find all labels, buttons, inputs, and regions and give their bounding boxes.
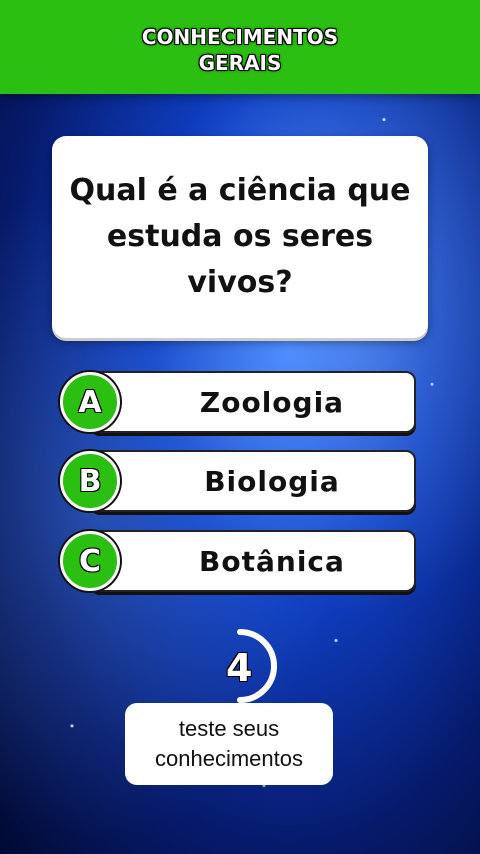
footer-line-1: teste seus (178, 716, 280, 741)
question-card: Qual é a ciência que estuda os seres viv… (52, 136, 428, 338)
answer-option-b[interactable]: Biologia B (60, 450, 418, 514)
answer-option-a[interactable]: Zoologia A (60, 371, 418, 435)
title-line-1: CONHECIMENTOS (141, 25, 339, 49)
footer-caption: teste seus conhecimentos (125, 703, 333, 785)
answer-letter-badge: B (60, 451, 120, 511)
answer-label: Zoologia (199, 385, 345, 419)
answer-letter-badge: A (60, 372, 120, 432)
answer-label: Botânica (199, 544, 345, 578)
question-text: Qual é a ciência que estuda os seres viv… (69, 173, 411, 300)
answer-box[interactable]: Botânica (90, 530, 416, 592)
answer-letter-badge: C (60, 531, 120, 591)
answer-box[interactable]: Biologia (90, 450, 416, 512)
header-bar: CONHECIMENTOS GERAIS (0, 0, 480, 94)
countdown-number: 4 (226, 646, 253, 690)
page-title: CONHECIMENTOS GERAIS (0, 24, 480, 76)
title-line-2: GERAIS (198, 51, 282, 75)
answer-box[interactable]: Zoologia (90, 371, 416, 433)
answer-option-c[interactable]: Botânica C (60, 530, 418, 594)
footer-line-2: conhecimentos (155, 746, 303, 771)
countdown-timer: 4 (214, 628, 278, 704)
answer-label: Biologia (204, 464, 340, 498)
